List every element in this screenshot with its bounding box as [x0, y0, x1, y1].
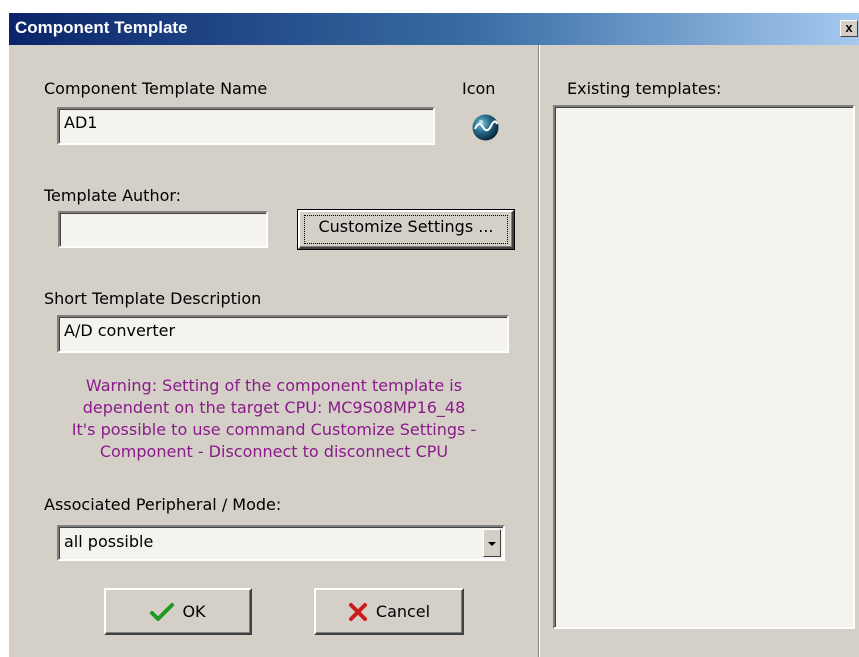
template-name-value: AD1 — [64, 113, 98, 132]
ok-button[interactable]: OK — [104, 588, 252, 635]
ok-label: OK — [182, 602, 206, 621]
warning-line: Warning: Setting of the component templa… — [85, 376, 463, 395]
existing-templates-list[interactable] — [553, 105, 855, 629]
component-globe-icon[interactable] — [470, 112, 501, 143]
warning-line: Component - Disconnect to disconnect CPU — [99, 442, 449, 461]
customize-settings-button[interactable]: Customize Settings ... — [297, 209, 515, 250]
customize-settings-label: Customize Settings ... — [304, 215, 508, 244]
associated-peripheral-label: Associated Peripheral / Mode: — [44, 495, 282, 514]
short-description-value: A/D converter — [64, 321, 176, 340]
panel-divider — [538, 45, 540, 657]
short-description-label: Short Template Description — [44, 289, 262, 308]
title-bar[interactable]: Component Template x — [9, 13, 859, 45]
short-description-input[interactable]: A/D converter — [57, 315, 509, 353]
icon-label: Icon — [462, 79, 496, 98]
dialog-title: Component Template — [15, 18, 188, 37]
cancel-button[interactable]: Cancel — [314, 588, 464, 635]
existing-templates-label: Existing templates: — [567, 79, 722, 98]
close-icon: x — [845, 20, 853, 35]
checkmark-icon — [150, 602, 175, 621]
template-name-label: Component Template Name — [44, 79, 268, 98]
warning-line: It's possible to use command Customize S… — [71, 420, 477, 439]
cancel-x-icon — [348, 602, 367, 621]
chevron-down-icon[interactable] — [483, 529, 501, 557]
close-button[interactable]: x — [840, 20, 858, 37]
associated-peripheral-select[interactable]: all possible — [57, 525, 505, 561]
template-author-label: Template Author: — [44, 186, 182, 205]
component-template-dialog: Component Template x Component Template … — [8, 12, 859, 657]
associated-peripheral-value: all possible — [64, 532, 154, 551]
warning-line: dependent on the target CPU: MC9S08MP16_… — [82, 398, 466, 417]
template-name-input[interactable]: AD1 — [57, 107, 435, 145]
template-author-input[interactable] — [58, 211, 268, 248]
cancel-label: Cancel — [375, 602, 431, 621]
cpu-warning-text: Warning: Setting of the component templa… — [45, 375, 503, 469]
